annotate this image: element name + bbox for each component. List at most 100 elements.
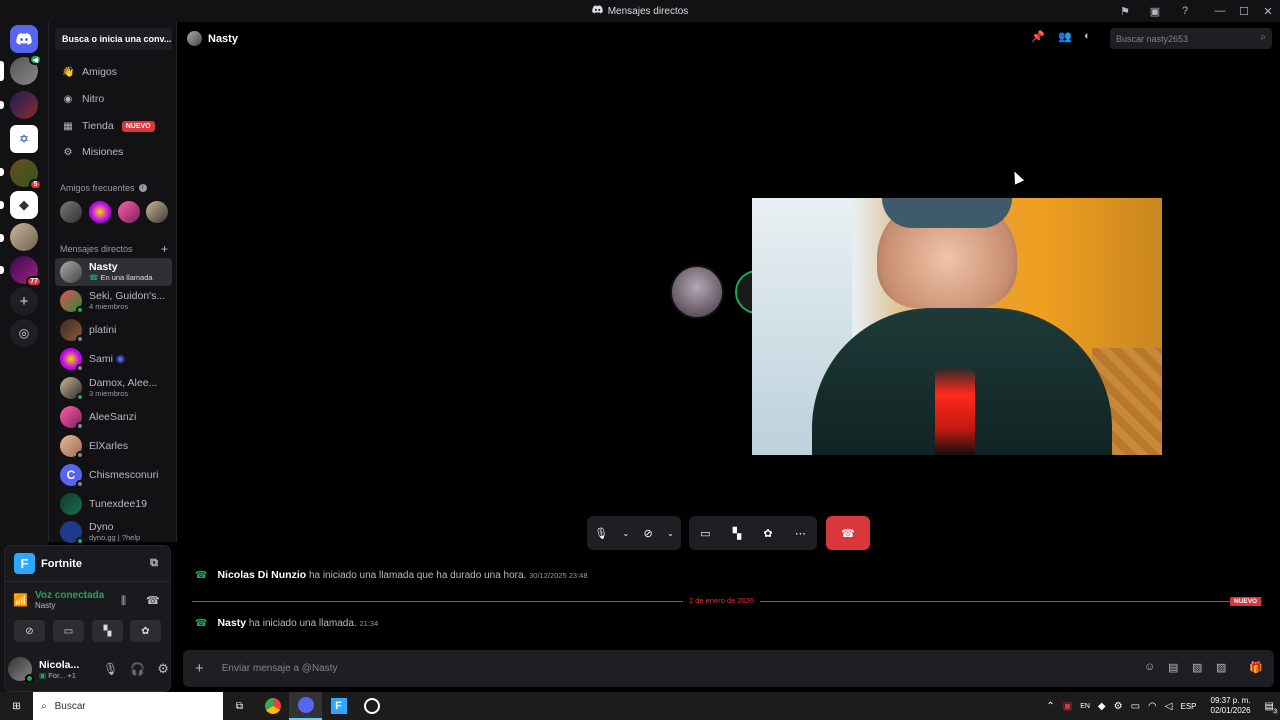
- chevron-down-icon[interactable]: ⌄: [622, 529, 629, 538]
- sticker-icon[interactable]: ▧: [1192, 661, 1202, 674]
- settings-gear-icon[interactable]: ⚙: [157, 661, 169, 677]
- notifications-icon[interactable]: ▤ 3: [1265, 701, 1279, 715]
- dm-item-tunexdee19[interactable]: Tunexdee19: [55, 490, 172, 518]
- message-input[interactable]: Enviar mensaje a @Nasty: [222, 663, 338, 674]
- participant-avatar[interactable]: [670, 265, 724, 319]
- nitro-gift-icon[interactable]: ☺: [1144, 661, 1155, 673]
- app-taskbar-icon[interactable]: [355, 692, 388, 720]
- nav-shop[interactable]: ▦ Tienda NUEVO: [55, 114, 172, 138]
- message-author[interactable]: Nasty: [217, 617, 246, 629]
- more-options-icon[interactable]: ⋯: [795, 527, 806, 540]
- tray-app-icon[interactable]: EN: [1080, 703, 1090, 710]
- add-server-button[interactable]: +: [10, 287, 38, 315]
- activities-icon: ▚: [103, 625, 112, 637]
- tray-app-icon[interactable]: ▣: [1063, 701, 1072, 712]
- add-friends-icon[interactable]: 👥: [1058, 30, 1072, 43]
- info-icon[interactable]: i: [138, 184, 147, 192]
- chevron-down-icon[interactable]: ⌄: [667, 529, 674, 538]
- start-button[interactable]: ⊞: [0, 692, 33, 720]
- discord-taskbar-icon[interactable]: [289, 692, 322, 720]
- dm-item-sami[interactable]: Sami ◉: [55, 345, 172, 373]
- video-stream[interactable]: [752, 198, 1162, 455]
- server-icon-3[interactable]: ✡: [10, 125, 38, 153]
- minimize-button[interactable]: —: [1208, 0, 1232, 22]
- dm-item-aleesanzi[interactable]: AleeSanzi: [55, 403, 172, 431]
- game-activity[interactable]: F Fortnite ⧉: [5, 546, 170, 582]
- user-profile-icon[interactable]: ◐: [1084, 30, 1091, 42]
- avatar[interactable]: [8, 657, 34, 683]
- server-icon-4[interactable]: 5: [10, 159, 42, 190]
- dm-item-nasty[interactable]: Nasty ☎ En una llamada: [55, 258, 172, 286]
- chrome-icon[interactable]: [256, 692, 289, 720]
- headphones-icon[interactable]: 🎧: [130, 662, 145, 676]
- task-view-icon[interactable]: ⧉: [223, 692, 256, 720]
- inbox-icon[interactable]: ▣: [1140, 0, 1170, 22]
- flag-icon[interactable]: ⚑: [1110, 0, 1140, 22]
- home-dm-button[interactable]: [10, 25, 38, 53]
- wifi-icon[interactable]: ◠: [1148, 701, 1157, 712]
- server-icon-7[interactable]: 77: [10, 256, 42, 287]
- header-name[interactable]: Nasty: [208, 33, 238, 45]
- disconnect-icon[interactable]: ☎: [146, 594, 160, 607]
- nav-nitro-label: Nitro: [82, 93, 105, 105]
- screen-share-icon[interactable]: ▭: [700, 527, 710, 540]
- frequent-friend-avatar[interactable]: [89, 201, 111, 223]
- server-icon-1[interactable]: ◀: [10, 54, 42, 85]
- voice-status-text[interactable]: Voz conectada: [35, 590, 104, 601]
- pin-icon[interactable]: 📌: [1031, 30, 1045, 43]
- soundboard-icon[interactable]: ✿: [763, 527, 772, 540]
- username[interactable]: Nicola...: [39, 659, 87, 671]
- clock[interactable]: 09:37 p. m. 02/01/2026: [1211, 696, 1251, 716]
- soundboard-button[interactable]: ✿: [130, 620, 161, 642]
- language-indicator[interactable]: ESP: [1180, 702, 1196, 711]
- header-search-input[interactable]: Buscar nasty2653 ⌕: [1110, 28, 1272, 49]
- nav-friends[interactable]: 👋 Amigos: [55, 60, 172, 84]
- message-author[interactable]: Nicolas Di Nunzio: [217, 569, 306, 581]
- find-conversation-button[interactable]: Busca o inicia una conv...: [55, 28, 172, 50]
- dm-item-group-damox[interactable]: Damox, Alee... 3 miembros: [55, 374, 172, 402]
- nav-nitro[interactable]: ◉ Nitro: [55, 87, 172, 111]
- maximize-button[interactable]: ☐: [1232, 0, 1256, 22]
- frequent-friend-avatar[interactable]: [118, 201, 140, 223]
- screen-share-game-icon[interactable]: ⧉: [150, 557, 158, 570]
- nav-quests[interactable]: ⚙ Misiones: [55, 140, 172, 164]
- camera-button[interactable]: ⊘: [14, 620, 45, 642]
- help-icon[interactable]: ?: [1170, 0, 1200, 22]
- dm-item-group-seki[interactable]: Seki, Guidon's... 4 miembros: [55, 287, 172, 315]
- chevron-up-icon[interactable]: ⌃: [1046, 701, 1054, 712]
- tray-app-icon[interactable]: ⚙: [1114, 701, 1123, 712]
- dm-item-platini[interactable]: platini: [55, 316, 172, 344]
- close-button[interactable]: ✕: [1256, 0, 1280, 22]
- activities-button[interactable]: ▚: [92, 620, 123, 642]
- create-dm-icon[interactable]: +: [161, 242, 168, 256]
- gif-icon[interactable]: ▤: [1168, 661, 1178, 674]
- dm-item-elxarles[interactable]: ElXarles: [55, 432, 172, 460]
- frequent-friend-avatar[interactable]: [60, 201, 82, 223]
- microphone-icon[interactable]: 🎙: [103, 662, 118, 676]
- tray-app-icon[interactable]: ◆: [1098, 701, 1106, 712]
- volume-icon[interactable]: ◁: [1165, 701, 1173, 712]
- share-screen-button[interactable]: ▭: [53, 620, 84, 642]
- fortnite-taskbar-icon[interactable]: F: [322, 692, 355, 720]
- noise-suppression-icon[interactable]: ⫼: [121, 595, 126, 608]
- dm-item-chismesconuri[interactable]: C Chismesconuri: [55, 461, 172, 489]
- microphone-icon[interactable]: 🎙: [594, 527, 608, 540]
- voice-channel-name[interactable]: Nasty: [35, 601, 104, 610]
- search-icon: ⌕: [1260, 32, 1266, 43]
- image-icon[interactable]: ▨: [1216, 661, 1226, 674]
- gift-icon[interactable]: 🎁: [1249, 661, 1263, 674]
- taskbar-search[interactable]: ⌕ Buscar: [33, 692, 223, 720]
- camera-off-icon[interactable]: ⊘: [644, 527, 653, 540]
- discover-button[interactable]: ◎: [10, 319, 38, 347]
- nav-shop-label: Tienda: [82, 120, 114, 132]
- server-icon-6[interactable]: [10, 223, 38, 251]
- add-attachment-icon[interactable]: +: [195, 660, 204, 677]
- server-icon-5[interactable]: ◆: [10, 191, 38, 219]
- server-icon-2[interactable]: [10, 91, 38, 119]
- activities-icon[interactable]: ▚: [733, 527, 741, 540]
- leave-call-button[interactable]: ☎: [826, 516, 870, 550]
- frequent-friend-avatar[interactable]: [146, 201, 168, 223]
- avatar: C: [60, 464, 84, 488]
- dm-item-dyno[interactable]: Dyno dyno.gg | ?help: [55, 518, 172, 546]
- network-icon[interactable]: ▭: [1131, 701, 1140, 712]
